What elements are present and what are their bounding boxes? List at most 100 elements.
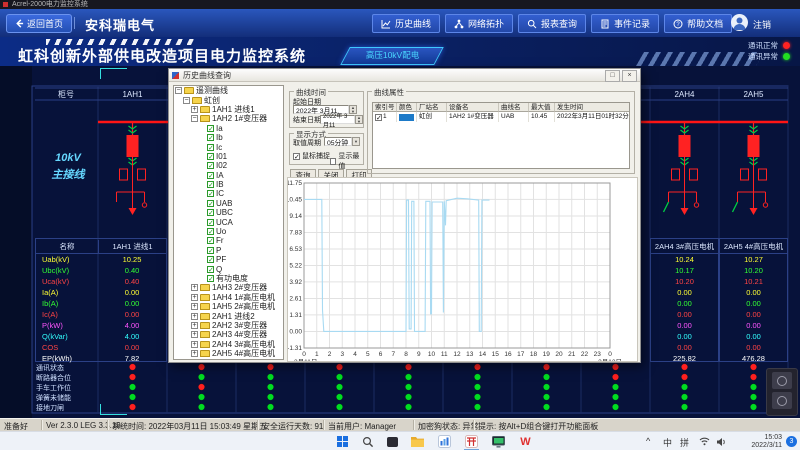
mouse-capture-label: 鼠标捕捉 [302,151,330,161]
ime-indicator[interactable]: 中 [663,436,672,449]
meter-label: Uab(kV) [36,255,98,264]
file-explorer-button[interactable] [410,434,425,449]
nav-event-record-button[interactable]: 事件记录 [591,14,659,33]
chart-app-button[interactable] [437,434,452,449]
start-button[interactable] [335,434,350,449]
status-row-label: 通讯状态 [36,363,96,373]
show-extremes-checkbox[interactable] [330,158,336,165]
dialog-titlebar[interactable]: 历史曲线查询 □ × [169,69,640,82]
signal-checkbox-icon[interactable]: ✓ [207,237,214,244]
taskbar-clock[interactable]: 15:03 2022/3/11 [742,434,782,450]
tree-item[interactable]: ✓IA [174,171,283,180]
signal-checkbox-icon[interactable]: ✓ [207,144,214,151]
tab-hv-10kv[interactable]: 高压10kV配电 [340,47,444,65]
signal-checkbox-icon[interactable]: ✓ [207,256,214,263]
signal-checkbox-icon[interactable]: ✓ [207,162,214,169]
tree-expand-icon[interactable]: + [191,322,198,329]
notification-badge[interactable]: 3 [786,436,797,447]
tree-expand-icon[interactable]: + [191,284,198,291]
tree-item[interactable]: ✓Fr [174,236,283,245]
tree-item[interactable]: +2AH5 4#高压电机 [174,349,283,358]
tree-item[interactable]: ✓PF [174,255,283,264]
signal-checkbox-icon[interactable]: ✓ [207,125,214,132]
meter-row: Q(kVar)4.00 [36,331,166,342]
tree-expand-icon[interactable]: + [191,331,198,338]
wps-app-button[interactable]: W [518,434,533,449]
signal-checkbox-icon[interactable]: ✓ [207,247,214,254]
signal-checkbox-icon[interactable]: ✓ [207,153,214,160]
tree-item[interactable]: ✓IC [174,189,283,198]
tree-item[interactable]: −1AH2 1#变压器 [174,114,283,123]
tree-expand-icon[interactable]: + [191,313,198,320]
tree-expand-icon[interactable]: − [191,115,198,122]
curve-tree[interactable]: −遥测曲线−虹创+1AH1 进线1−1AH2 1#变压器✓Ia✓Ib✓Ic✓I0… [173,85,284,360]
tree-item[interactable]: −遥测曲线 [174,86,283,95]
nav-network-topology-button[interactable]: 网络拓扑 [445,14,513,33]
ime-mode-indicator[interactable]: 拼 [680,436,689,449]
tree-expand-icon[interactable]: + [191,350,198,357]
signal-checkbox-icon[interactable]: ✓ [207,209,214,216]
svg-text:5: 5 [366,351,370,358]
tree-item[interactable]: ✓UBC [174,208,283,217]
period-dropdown-icon[interactable]: ▼ [352,137,360,146]
scada-app-button[interactable] [464,434,479,450]
nav-report-query-button[interactable]: 报表查询 [518,14,586,33]
widget-tool-icon[interactable] [772,392,792,409]
mouse-capture-checkbox[interactable]: ✓ [293,153,300,160]
signal-checkbox-icon[interactable]: ✓ [207,134,214,141]
svg-text:1AH1: 1AH1 [122,90,143,99]
logout-button[interactable]: 注销 [753,18,771,31]
tree-expand-icon[interactable]: − [175,87,182,94]
monitor-app-button[interactable] [491,434,506,449]
tree-item[interactable]: ✓UCA [174,217,283,226]
period-select[interactable]: 05分钟 [324,137,352,146]
tree-item[interactable]: ✓I01 [174,152,283,161]
tree-item[interactable]: ✓UAB [174,199,283,208]
nav-divider [74,17,75,29]
tree-item[interactable]: ✓Ia [174,124,283,133]
meter-row: 10.21 [720,276,787,287]
signal-checkbox-icon[interactable]: ✓ [207,172,214,179]
tree-item[interactable]: ✓IB [174,180,283,189]
signal-checkbox-icon[interactable]: ✓ [207,266,214,273]
signal-checkbox-icon[interactable]: ✓ [207,219,214,226]
task-view-button[interactable] [385,434,400,449]
nav-history-curve-button[interactable]: 历史曲线 [372,14,440,33]
folder-icon [200,341,210,348]
feeder-header-2ah5: 2AH5 4#高压电机 [720,239,787,254]
signal-checkbox-icon[interactable]: ✓ [207,228,214,235]
curve-enabled-checkbox[interactable]: ✓ [375,114,382,121]
tree-expand-icon[interactable]: + [191,294,198,301]
search-button[interactable] [360,434,375,449]
tree-expand-icon[interactable]: + [191,341,198,348]
tree-item[interactable]: ✓Ic [174,142,283,151]
signal-checkbox-icon[interactable]: ✓ [207,200,214,207]
tree-expand-icon[interactable]: + [191,106,198,113]
tree-item[interactable]: ✓I02 [174,161,283,170]
maximize-button[interactable]: □ [605,70,620,82]
floating-widget[interactable] [766,368,798,416]
tray-chevron[interactable]: ^ [646,436,650,446]
legend-label: 通讯正常 [748,40,778,51]
tree-expand-icon[interactable]: − [183,97,190,104]
back-home-button[interactable]: 返回首页 [6,14,72,33]
wifi-button[interactable] [697,434,712,449]
volume-button[interactable] [714,434,729,449]
end-date-field[interactable]: 2022年 3月11 [320,115,355,124]
end-date-spinner[interactable]: ▲▼ [355,115,363,124]
tree-expand-icon[interactable]: + [191,303,198,310]
search-icon [362,436,374,448]
avatar[interactable] [731,14,748,31]
tree-item[interactable]: ✓P [174,246,283,255]
nav-help-doc-button[interactable]: ?帮助文档 [664,14,732,33]
meter-row: 0.00 [720,298,787,309]
widget-capture-icon[interactable] [772,372,792,389]
signal-checkbox-icon[interactable]: ✓ [207,275,214,282]
tree-item[interactable]: ✓Uo [174,227,283,236]
signal-checkbox-icon[interactable]: ✓ [207,190,214,197]
signal-checkbox-icon[interactable]: ✓ [207,181,214,188]
close-button[interactable]: × [622,70,637,82]
props-data-row[interactable]: ✓1虹创1AH2 1#变压器UAB10.452022年3月11日01时32分 [373,112,629,122]
legend-label: 通讯异常 [748,51,778,62]
tree-item[interactable]: ✓Ib [174,133,283,142]
